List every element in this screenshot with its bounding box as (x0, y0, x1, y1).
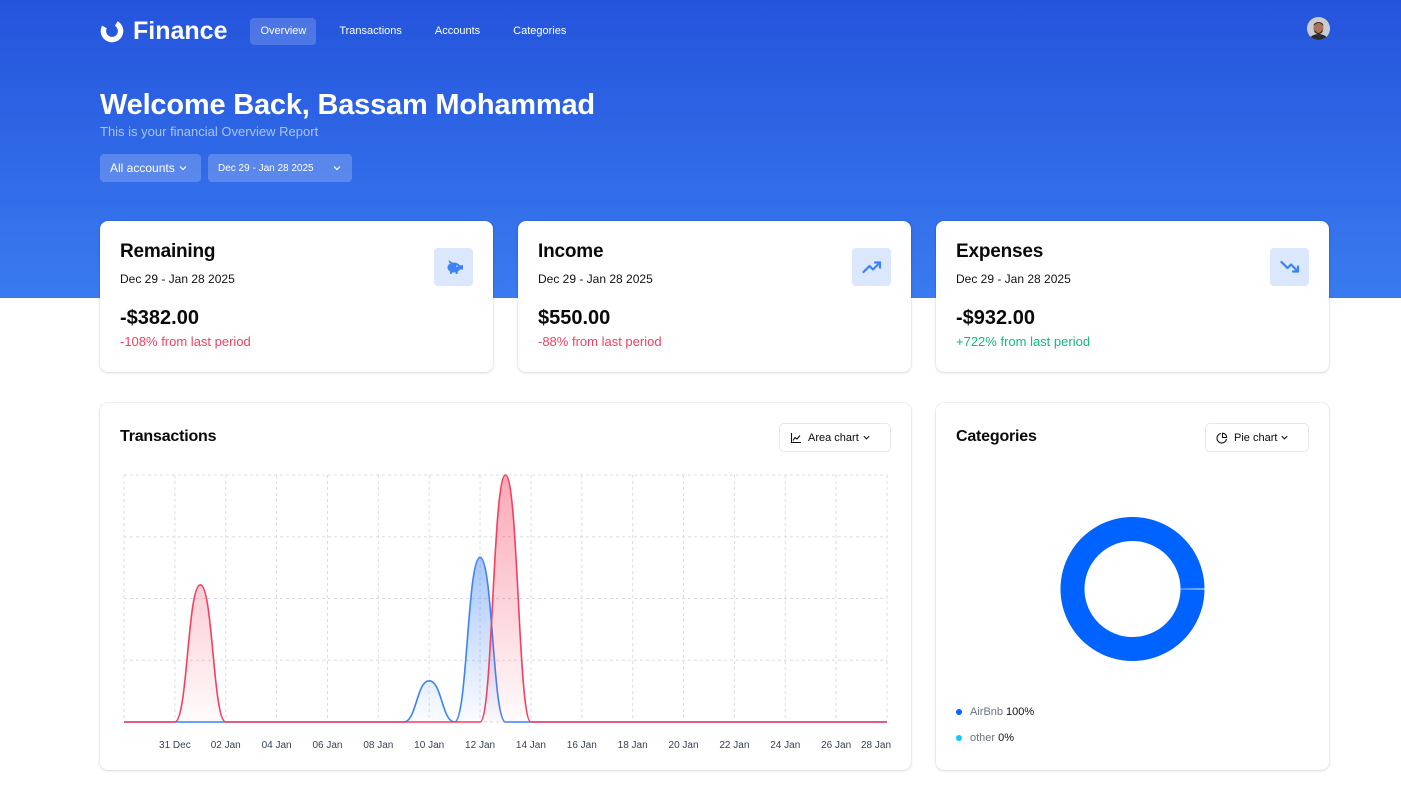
stat-value: -$932.00 (956, 307, 1035, 329)
legend-dot (956, 709, 962, 715)
x-tick-label: 10 Jan (414, 740, 444, 751)
nav-categories[interactable]: Categories (503, 18, 576, 45)
x-tick-label: 24 Jan (770, 740, 800, 751)
transactions-panel: Transactions Area chart 31 Dec 02 Jan 04 J… (100, 403, 911, 770)
chevron-down-icon (863, 435, 870, 440)
area-series-fill (124, 475, 887, 722)
transactions-title: Transactions (120, 428, 217, 445)
transactions-area-chart: 31 Dec 02 Jan 04 Jan 06 Jan 08 Jan 10 Jan 12 J… (123, 474, 891, 751)
x-tick-label: 31 Dec (159, 740, 191, 751)
logo-icon (100, 19, 124, 43)
trending-down-icon (1279, 260, 1299, 273)
legend-item: other 0% (956, 732, 1014, 744)
x-tick-label: 28 Jan (861, 740, 891, 751)
x-tick-label: 16 Jan (567, 740, 597, 751)
donut-slice[interactable] (1060, 517, 1205, 661)
stat-date-range: Dec 29 - Jan 28 2025 (120, 272, 235, 286)
nav-transactions[interactable]: Transactions (329, 18, 412, 45)
filters-bar: All accounts Dec 29 - Jan 28 2025 (100, 154, 359, 182)
legend-label: other (970, 732, 996, 744)
area-series-line (123, 556, 887, 723)
piggy-bank-icon (447, 260, 463, 274)
account-filter-label: All accounts (110, 161, 175, 175)
area-chart-icon (790, 432, 801, 443)
expenses-card: Expenses Dec 29 - Jan 28 2025 -$932.00 +… (936, 221, 1329, 372)
legend-dot (956, 735, 962, 741)
nav-accounts[interactable]: Accounts (425, 18, 490, 45)
avatar-image (1307, 17, 1330, 40)
chart-grid (123, 474, 888, 723)
x-tick-label: 18 Jan (618, 740, 648, 751)
x-tick-label: 20 Jan (669, 740, 699, 751)
x-tick-label: 14 Jan (516, 740, 546, 751)
x-tick-label: 26 Jan (821, 740, 851, 751)
stat-change: +722% from last period (956, 334, 1091, 349)
income-card: Income Dec 29 - Jan 28 2025 $550.00 -88%… (518, 221, 911, 372)
chart-type-label: Area chart (808, 431, 859, 444)
stat-icon-box (1270, 248, 1309, 286)
welcome-subtitle: This is your financial Overview Report (100, 124, 319, 139)
stat-icon-box (434, 248, 473, 286)
logo[interactable]: Finance (100, 17, 227, 46)
stat-value: -$382.00 (120, 307, 199, 329)
stat-icon-box (852, 248, 891, 286)
stat-change: -108% from last period (120, 334, 251, 349)
top-navbar: Finance Overview Transactions Accounts C… (100, 16, 1330, 46)
stat-title: Income (538, 241, 604, 262)
chart-type-select[interactable]: Area chart (779, 423, 891, 452)
area-series-fill (124, 557, 887, 722)
legend-value: 0% (998, 732, 1014, 744)
account-filter[interactable]: All accounts (100, 154, 201, 182)
remaining-card: Remaining Dec 29 - Jan 28 2025 -$382.00 … (100, 221, 493, 372)
x-tick-label: 22 Jan (719, 740, 749, 751)
legend-label: AirBnb (970, 706, 1004, 718)
x-tick-label: 12 Jan (465, 740, 495, 751)
user-avatar[interactable] (1307, 17, 1330, 40)
date-range-filter[interactable]: Dec 29 - Jan 28 2025 (208, 154, 352, 182)
main-nav: Overview Transactions Accounts Categorie… (250, 17, 589, 45)
area-series-line (123, 474, 887, 723)
date-filter-label: Dec 29 - Jan 28 2025 (218, 162, 314, 174)
chevron-down-icon (179, 166, 187, 171)
legend-value: 100% (1006, 706, 1035, 718)
x-tick-label: 04 Jan (262, 740, 292, 751)
x-tick-label: 06 Jan (312, 740, 342, 751)
chevron-down-icon (333, 166, 341, 171)
stat-date-range: Dec 29 - Jan 28 2025 (538, 272, 653, 286)
app-name: Finance (133, 16, 228, 45)
trending-up-icon (861, 261, 881, 274)
stat-value: $550.00 (538, 307, 611, 329)
nav-overview[interactable]: Overview (250, 17, 317, 45)
stat-change: -88% from last period (538, 334, 662, 349)
welcome-heading: Welcome Back, Bassam Mohammad (100, 89, 595, 121)
stat-title: Expenses (956, 241, 1044, 262)
x-tick-label: 02 Jan (211, 740, 241, 751)
stat-date-range: Dec 29 - Jan 28 2025 (956, 272, 1071, 286)
categories-panel: Categories Pie chart AirBnb 100% other 0… (936, 403, 1329, 770)
legend-item: AirBnb 100% (956, 706, 1034, 718)
x-tick-label: 08 Jan (363, 740, 393, 751)
stat-title: Remaining (120, 241, 216, 262)
